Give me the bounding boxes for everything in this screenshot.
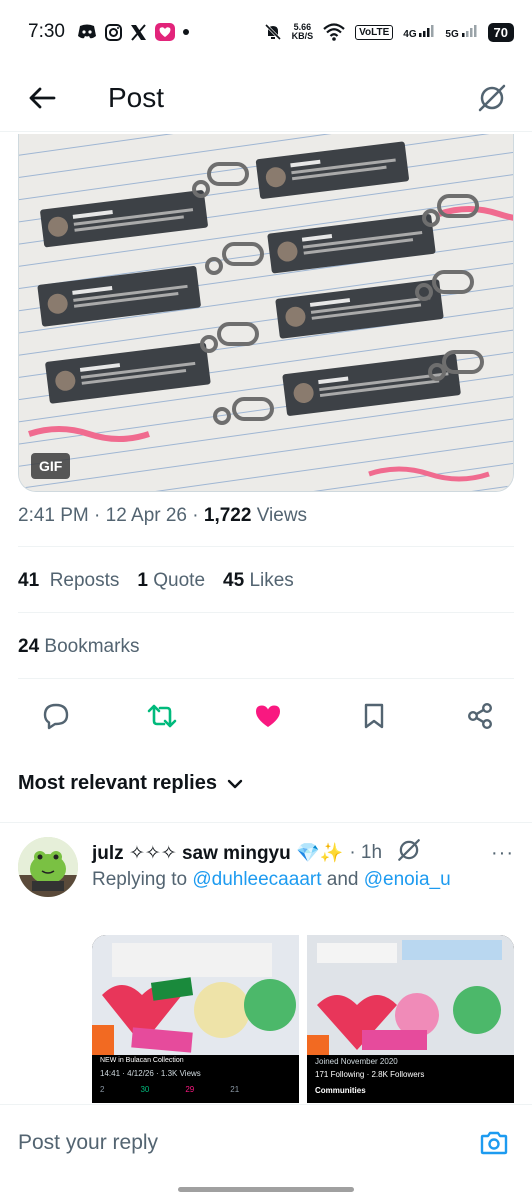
reply-media-grid: NEW in Bulacan Collection 14:41 · 4/12/2… — [92, 935, 514, 1103]
mention-link[interactable]: @duhleecaaart — [192, 869, 321, 890]
status-system-icons: 5.66 KB/S VoLTE 4G 5G 70 — [264, 22, 514, 42]
network-4g: 4G — [403, 24, 435, 40]
likes-label: Likes — [249, 570, 294, 591]
reply-display-name[interactable]: julz ✧✧✧ saw mingyu 💎✨ — [92, 841, 343, 865]
reply-media-joined: Joined November 2020 — [315, 1057, 398, 1066]
repost-icon — [147, 704, 177, 728]
reply-media-count-bookmark: 21 — [230, 1085, 240, 1094]
post-time: 2:41 PM — [18, 505, 89, 526]
camera-button[interactable] — [474, 1123, 514, 1163]
grok-icon — [478, 84, 506, 111]
home-indicator[interactable] — [178, 1187, 354, 1192]
replies-sort-label: Most relevant replies — [18, 772, 217, 794]
network-5g: 5G — [445, 24, 477, 40]
replies-sort-dropdown[interactable]: Most relevant replies — [18, 772, 243, 795]
reply-button[interactable] — [38, 698, 74, 734]
reply-grok-button[interactable] — [396, 837, 422, 869]
quotes-stat[interactable]: 1 Quote — [137, 570, 205, 592]
reposts-count: 41 — [18, 570, 40, 591]
reply-input[interactable] — [18, 1130, 474, 1155]
reply-media-following: 171 Following · 2.8K Followers — [315, 1070, 425, 1079]
views-count: 1,722 — [203, 505, 252, 526]
views-label[interactable]: Views — [257, 505, 307, 526]
post-timestamp-views: 2:41 PM · 12 Apr 26 · 1,722 Views — [18, 505, 307, 527]
post-media-gif[interactable]: GIF — [18, 134, 514, 492]
meta-separator: · — [192, 505, 204, 526]
mute-bell-icon — [264, 23, 282, 41]
signal-bars-5g-icon — [461, 24, 477, 37]
divider — [18, 678, 514, 679]
status-time: 7:30 — [28, 21, 65, 42]
divider — [18, 546, 514, 547]
post-actions — [18, 694, 514, 738]
bookmark-button[interactable] — [356, 698, 392, 734]
share-button[interactable] — [462, 698, 498, 734]
reply-media-count-repost: 30 — [140, 1085, 150, 1094]
likes-stat[interactable]: 45 Likes — [223, 570, 294, 592]
bookmarks-stat[interactable]: 24 Bookmarks — [18, 636, 139, 658]
gif-preview-illustration — [19, 134, 513, 491]
more-notifications-dot-icon — [182, 29, 189, 35]
wifi-icon — [323, 23, 345, 41]
gif-badge: GIF — [31, 453, 71, 479]
grok-button[interactable] — [472, 78, 512, 118]
reply-media-footer: 14:41 · 4/12/26 · 1.3K Views — [100, 1069, 201, 1078]
discord-icon — [77, 24, 97, 40]
bookmarks-count: 24 — [18, 636, 40, 657]
quotes-label: Quote — [153, 570, 206, 591]
repost-button[interactable] — [144, 698, 180, 734]
replying-prefix: Replying to — [92, 869, 188, 890]
status-notification-icons — [77, 23, 189, 41]
volte-badge: VoLTE — [355, 24, 394, 40]
camera-icon — [480, 1131, 508, 1154]
quotes-count: 1 — [137, 570, 148, 591]
app-badge-icon — [154, 23, 175, 41]
network-speed: 5.66 KB/S — [292, 23, 314, 41]
reply-header: julz ✧✧✧ saw mingyu 💎✨ · 1h ··· — [92, 837, 514, 869]
network-4g-label: 4G — [403, 28, 417, 40]
bookmark-icon — [364, 703, 384, 729]
share-icon — [468, 703, 493, 730]
page-title: Post — [108, 81, 165, 113]
reply-media-image[interactable]: Joined November 2020 171 Following · 2.8… — [307, 935, 514, 1103]
reply-more-button[interactable]: ··· — [491, 842, 514, 865]
grok-icon — [398, 839, 420, 861]
reply-bubble-icon — [43, 703, 69, 730]
meta-separator: · — [94, 505, 106, 526]
engagement-stats: 41 Reposts 1 Quote 45 Likes — [18, 570, 294, 592]
mention-link[interactable]: @enoia_u — [364, 869, 451, 890]
instagram-icon — [104, 23, 122, 41]
reposts-stat[interactable]: 41 Reposts — [18, 570, 119, 592]
reply-avatar[interactable] — [18, 837, 78, 897]
x-logo-icon — [130, 23, 147, 41]
replying-and: and — [326, 869, 359, 890]
reply-media-counts: 2 30 29 21 — [100, 1085, 239, 1094]
reply-media-image[interactable]: NEW in Bulacan Collection 14:41 · 4/12/2… — [92, 935, 299, 1103]
reply-time: · 1h — [349, 842, 383, 863]
heart-filled-icon — [256, 705, 280, 727]
arrow-left-icon — [29, 87, 56, 108]
reposts-label: Reposts — [49, 570, 120, 591]
bookmarks-label: Bookmarks — [44, 636, 140, 657]
reply-media-count-reply: 2 — [100, 1085, 105, 1094]
network-5g-label: 5G — [445, 28, 459, 40]
reply-composer — [0, 1104, 532, 1180]
post-date: 12 Apr 26 — [105, 505, 187, 526]
status-bar: 7:30 5.66 KB/S VoLTE 4G 5G 70 — [0, 0, 532, 64]
reply-media-count-like: 29 — [185, 1085, 195, 1094]
network-speed-unit: KB/S — [291, 31, 314, 41]
reply-item[interactable]: julz ✧✧✧ saw mingyu 💎✨ · 1h ··· Replying… — [0, 822, 532, 1107]
chevron-down-icon — [227, 779, 243, 788]
reply-media-communities: Communities — [315, 1086, 366, 1095]
signal-bars-4g-icon — [419, 24, 434, 37]
divider — [18, 612, 514, 613]
battery-level: 70 — [487, 22, 514, 42]
replying-to: Replying to @duhleecaaart and @enoia_u — [92, 869, 451, 891]
post-header: Post — [0, 64, 532, 132]
frog-avatar-illustration — [18, 837, 78, 897]
back-button[interactable] — [22, 78, 62, 118]
reply-media-caption: NEW in Bulacan Collection — [100, 1057, 184, 1064]
like-button[interactable] — [250, 698, 286, 734]
likes-count: 45 — [223, 570, 245, 591]
